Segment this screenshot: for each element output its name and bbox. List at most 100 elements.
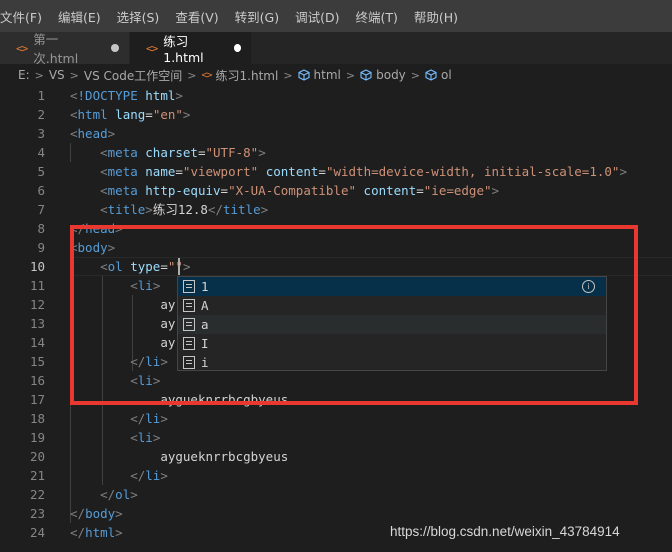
- chevron-right-icon: >: [34, 68, 44, 82]
- suggestion-item[interactable]: a: [178, 315, 606, 334]
- line-number: 6: [37, 183, 45, 198]
- line-number: 2: [37, 107, 45, 122]
- unsaved-dot-icon[interactable]: [111, 44, 119, 52]
- line-number: 16: [29, 373, 45, 388]
- watermark: https://blog.csdn.net/weixin_43784914: [390, 524, 620, 539]
- code-line[interactable]: 2 <html lang="en">: [0, 105, 672, 124]
- code-text: aygueknrrbcgbyeus: [160, 449, 289, 464]
- code-text: </ol>: [100, 487, 138, 502]
- line-number: 3: [37, 126, 45, 141]
- breadcrumb: E: > VS > VS Code工作空间 > <> 练习1.html > ht…: [0, 64, 672, 86]
- line-number: 20: [29, 449, 45, 464]
- line-number: 14: [29, 335, 45, 350]
- tab-bar: <> 第一次.html <> 练习1.html: [0, 32, 672, 66]
- menu-debug[interactable]: 调试(D): [287, 7, 347, 26]
- tab-practice-html[interactable]: <> 练习1.html: [130, 32, 252, 65]
- code-line[interactable]: 22 </ol>: [0, 485, 672, 504]
- value-icon: [183, 356, 195, 369]
- line-number: 24: [29, 525, 45, 540]
- value-icon: [183, 280, 195, 293]
- line-number: 21: [29, 468, 45, 483]
- suggestion-widget: 1 i A a I i: [177, 276, 607, 371]
- html-file-icon: <>: [16, 41, 28, 55]
- suggestion-item[interactable]: 1 i: [178, 277, 606, 296]
- tab-label: 第一次.html: [33, 32, 79, 66]
- code-line[interactable]: 19 <li>: [0, 428, 672, 447]
- code-text: <title>练习12.8</title>: [100, 202, 269, 217]
- breadcrumb-drive[interactable]: E:: [18, 68, 30, 82]
- line-number: 18: [29, 411, 45, 426]
- code-line[interactable]: 6 <meta http-equiv="X-UA-Compatible" con…: [0, 181, 672, 200]
- line-number: 7: [37, 202, 45, 217]
- line-number: 5: [37, 164, 45, 179]
- code-line[interactable]: 5 <meta name="viewport" content="width=d…: [0, 162, 672, 181]
- line-number: 8: [37, 221, 45, 236]
- line-number: 15: [29, 354, 45, 369]
- code-text: </html>: [70, 525, 123, 540]
- tab-first-html[interactable]: <> 第一次.html: [0, 32, 130, 66]
- breadcrumb-body[interactable]: body: [376, 68, 406, 82]
- element-cube-icon: [360, 69, 372, 81]
- html-file-icon: <>: [146, 41, 158, 55]
- element-cube-icon: [297, 69, 310, 81]
- suggestion-item[interactable]: A: [178, 296, 606, 315]
- code-line[interactable]: 21 </li>: [0, 466, 672, 485]
- code-line[interactable]: 20 aygueknrrbcgbyeus: [0, 447, 672, 466]
- element-cube-icon: [425, 69, 437, 81]
- suggestion-label: i: [201, 355, 209, 370]
- line-number: 13: [29, 316, 45, 331]
- value-icon: [183, 299, 195, 312]
- menu-bar: 文件(F) 编辑(E) 选择(S) 查看(V) 转到(G) 调试(D) 终端(T…: [0, 0, 672, 32]
- code-line[interactable]: 23 </body>: [0, 504, 672, 523]
- suggestion-label: 1: [201, 279, 209, 294]
- line-number: 17: [29, 392, 45, 407]
- breadcrumb-folder-vs[interactable]: VS: [49, 68, 65, 82]
- line-number: 11: [29, 278, 45, 293]
- menu-go[interactable]: 转到(G): [227, 7, 287, 26]
- code-text: <html lang="en">: [70, 107, 191, 122]
- line-number: 23: [29, 506, 45, 521]
- code-line[interactable]: 3 <head>: [0, 124, 672, 143]
- chevron-right-icon: >: [187, 68, 197, 82]
- code-line[interactable]: 7 <title>练习12.8</title>: [0, 200, 672, 219]
- value-icon: [183, 337, 195, 350]
- line-number: 22: [29, 487, 45, 502]
- menu-help[interactable]: 帮助(H): [406, 7, 466, 26]
- line-number: 1: [37, 88, 45, 103]
- menu-file[interactable]: 文件(F): [0, 7, 50, 26]
- code-text: <meta http-equiv="X-UA-Compatible" conte…: [100, 183, 500, 198]
- code-line[interactable]: 1 <!DOCTYPE html>: [0, 86, 672, 105]
- code-line[interactable]: 4 <meta charset="UTF-8">: [0, 143, 672, 162]
- breadcrumb-folder-workspace[interactable]: VS Code工作空间: [84, 67, 182, 84]
- menu-view[interactable]: 查看(V): [167, 7, 226, 26]
- line-number: 19: [29, 430, 45, 445]
- line-number: 10: [29, 259, 45, 274]
- tab-label: 练习1.html: [163, 34, 204, 65]
- suggestion-label: a: [201, 317, 209, 332]
- menu-selection[interactable]: 选择(S): [109, 7, 168, 26]
- chevron-right-icon: >: [69, 68, 79, 82]
- value-icon: [183, 318, 195, 331]
- chevron-right-icon: >: [283, 68, 293, 82]
- code-line[interactable]: 18 </li>: [0, 409, 672, 428]
- code-text: </body>: [70, 506, 123, 521]
- breadcrumb-ol[interactable]: ol: [441, 68, 452, 82]
- chevron-right-icon: >: [410, 68, 421, 82]
- unsaved-dot-icon[interactable]: [233, 44, 241, 52]
- code-text: <meta name="viewport" content="width=dev…: [100, 164, 627, 179]
- menu-terminal[interactable]: 终端(T): [347, 7, 405, 26]
- suggestion-label: I: [201, 336, 209, 351]
- line-number: 4: [37, 145, 45, 160]
- code-text: </li>: [130, 468, 168, 483]
- code-text: </li>: [130, 411, 168, 426]
- suggestion-item[interactable]: I: [178, 334, 606, 353]
- chevron-right-icon: >: [345, 68, 356, 82]
- menu-edit[interactable]: 编辑(E): [50, 7, 109, 26]
- breadcrumb-html[interactable]: html: [314, 68, 341, 82]
- info-icon[interactable]: i: [582, 280, 595, 293]
- line-number: 9: [37, 240, 45, 255]
- breadcrumb-file[interactable]: 练习1.html: [216, 67, 279, 84]
- code-text: <meta charset="UTF-8">: [100, 145, 266, 160]
- line-number: 12: [29, 297, 45, 312]
- suggestion-item[interactable]: i: [178, 353, 606, 372]
